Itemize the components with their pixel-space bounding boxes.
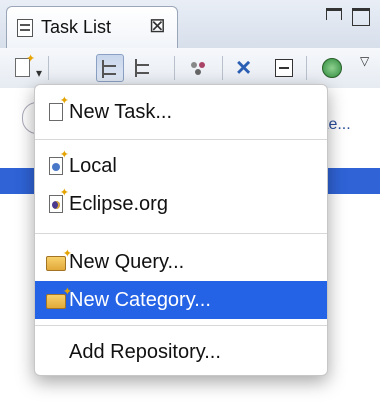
menu-item-label: New Category... — [69, 289, 211, 311]
view-menu-chevron-icon[interactable]: ▽ — [360, 54, 369, 68]
close-icon[interactable]: ⊠ — [149, 13, 166, 38]
collapse-icon — [275, 59, 293, 77]
hide-icon: × — [236, 52, 252, 82]
menu-item-label: Local — [69, 155, 117, 177]
eclipse-repository-icon: ✦ — [49, 188, 69, 213]
tree-icon — [102, 60, 120, 78]
new-task-dropdown-button[interactable]: ✦ ▾ — [10, 53, 42, 82]
menu-item-eclipse-org[interactable]: ✦ Eclipse.org — [35, 185, 327, 223]
focus-button[interactable] — [186, 54, 214, 82]
menu-item-label: New Task... — [69, 101, 172, 123]
maximize-icon[interactable] — [352, 8, 370, 26]
menu-separator — [35, 325, 327, 326]
new-query-icon: ✦ — [46, 249, 72, 271]
tab-task-list[interactable]: Task List ⊠ — [6, 6, 178, 48]
new-category-icon: ✦ — [46, 287, 72, 309]
menu-item-new-category[interactable]: ✦ New Category... — [35, 281, 327, 319]
menu-separator — [35, 233, 327, 234]
hide-completed-button[interactable]: × — [232, 52, 260, 82]
toolbar-separator — [306, 56, 307, 80]
toolbar-separator — [174, 56, 175, 80]
scheduled-view-button[interactable] — [130, 54, 158, 82]
menu-item-label: Eclipse.org — [69, 193, 168, 215]
menu-separator — [35, 139, 327, 140]
collapse-all-button[interactable] — [270, 54, 298, 82]
minimize-icon[interactable] — [326, 8, 342, 20]
focus-icon — [191, 62, 197, 68]
menu-item-label: New Query... — [69, 251, 185, 273]
menu-item-local[interactable]: ✦ Local — [35, 147, 327, 185]
menu-item-add-repository[interactable]: Add Repository... — [35, 333, 327, 371]
menu-item-new-task[interactable]: ✦ New Task... — [35, 93, 327, 131]
local-repository-icon: ✦ — [49, 150, 69, 175]
task-list-view: Task List ⊠ ✦ ▾ × ▽ te... ✦ New Task... … — [0, 0, 380, 418]
task-list-icon — [17, 19, 33, 37]
categorized-view-button[interactable] — [96, 54, 124, 82]
tab-title: Task List — [41, 17, 112, 37]
toolbar-separator — [222, 56, 223, 80]
sparkle-icon: ✦ — [26, 53, 36, 65]
synchronize-icon — [322, 58, 342, 78]
new-task-icon: ✦ — [49, 96, 69, 121]
chevron-down-icon: ▾ — [36, 66, 43, 80]
menu-item-label: Add Repository... — [69, 341, 221, 363]
synchronize-button[interactable] — [318, 54, 346, 82]
menu-item-new-query[interactable]: ✦ New Query... — [35, 243, 327, 281]
view-tab-bar: Task List ⊠ — [0, 0, 380, 49]
activate-link[interactable]: te... — [324, 116, 351, 134]
toolbar-separator — [48, 56, 49, 80]
new-task-popup-menu: ✦ New Task... ✦ Local ✦ Eclipse.org ✦ Ne… — [34, 84, 328, 376]
tree-icon — [135, 59, 153, 77]
view-toolbar: ✦ ▾ × ▽ — [0, 48, 380, 89]
